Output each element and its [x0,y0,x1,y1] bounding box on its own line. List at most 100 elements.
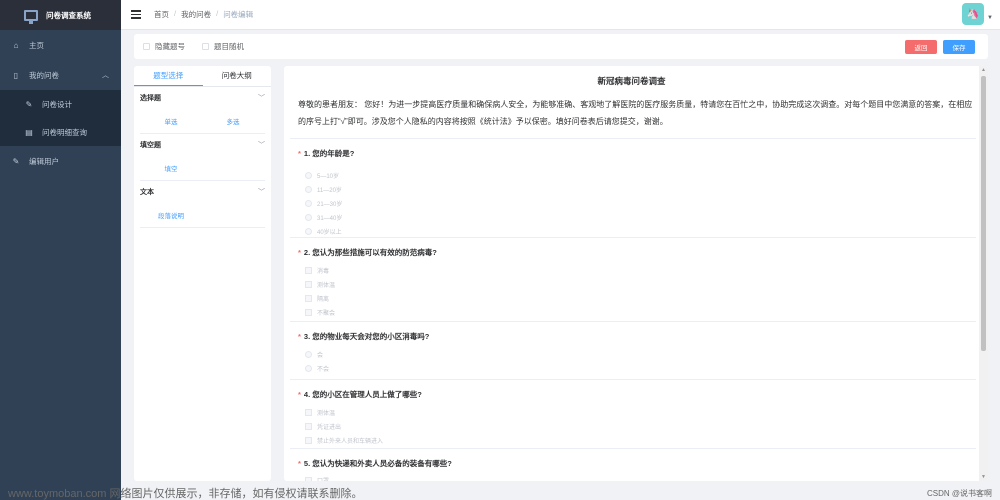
type-multiple-choice[interactable]: 多选 [202,116,264,126]
home-icon: ⌂ [13,40,19,50]
radio-button[interactable] [305,214,312,221]
checkbox[interactable] [305,309,312,316]
option[interactable]: 口罩 [305,476,329,481]
vertical-scrollbar[interactable]: ▲ ▼ [979,66,988,481]
chevron-down-icon: ﹀ [258,95,265,102]
tab-survey-outline[interactable]: 问卷大纲 [203,66,272,86]
radio-button[interactable] [305,186,312,193]
option[interactable]: 21—30岁 [305,199,342,208]
sidebar-item-label: 主页 [29,40,44,50]
checkbox-label: 题目随机 [214,42,244,51]
scroll-down-icon[interactable]: ▼ [981,474,986,480]
option[interactable]: 5—10岁 [305,171,339,180]
checkbox[interactable] [305,423,312,430]
top-navbar: 首页 / 我的问卷 / 问卷编辑 🦄 ▼ [121,0,1000,30]
panel-tabs: 题型选择 问卷大纲 [134,66,271,87]
breadcrumb-current: 问卷编辑 [223,10,254,19]
edit-icon: ✎ [25,99,33,109]
question-title: * 2. 您认为那些措施可以有效的防范病毒? [298,248,437,257]
random-order-checkbox[interactable]: 题目随机 [202,41,244,52]
checkbox[interactable] [305,437,312,444]
group-title: 选择题 [140,95,161,102]
option[interactable]: 凭证进出 [305,422,341,431]
hide-number-checkbox[interactable]: 隐藏题号 [143,41,185,52]
question-block[interactable]: * 4. 您的小区在管理人员上做了哪些? 测体温 凭证进出 禁止外来人员和车辆进入 [290,379,976,446]
sidebar-submenu: ✎ 问卷设计 ▤ 问卷明细查询 [0,90,121,146]
scroll-up-icon[interactable]: ▲ [981,67,986,73]
sidebar-item-edit-user[interactable]: ✎ 编辑用户 [0,146,121,176]
save-button[interactable]: 保存 [943,40,975,54]
required-marker: * [298,149,301,158]
question-title: * 5. 您认为快递和外卖人员必备的装备有哪些? [298,459,452,468]
checkbox-box[interactable] [143,43,150,50]
question-title: * 3. 您的物业每天会对您的小区消毒吗? [298,332,430,341]
back-button[interactable]: 返回 [905,40,937,54]
breadcrumb-home[interactable]: 首页 [154,9,169,20]
type-fill-blank[interactable]: 填空 [140,163,202,173]
option[interactable]: 禁止外来人员和车辆进入 [305,436,383,445]
checkbox[interactable] [305,267,312,274]
required-marker: * [298,459,301,468]
sidebar-item-label: 问卷设计 [42,99,72,109]
question-title: * 1. 您的年龄是? [298,149,355,158]
question-block[interactable]: *5. 您认为快递和外卖人员必备的装备有哪些? 口罩 [290,448,976,481]
caret-down-icon[interactable]: ▼ [987,15,993,21]
survey-title[interactable]: 新冠病毒问卷调查 [284,75,979,87]
option[interactable]: 不聚会 [305,308,335,317]
app-logo: 问卷调查系统 [0,0,121,30]
hamburger-icon[interactable] [131,10,141,19]
chevron-up-icon: ︿ [102,72,109,79]
sidebar-item-my-surveys[interactable]: ▯ 我的问卷 ︿ [0,60,121,90]
question-type-panel: 题型选择 问卷大纲 选择题 ﹀ 单选 多选 填空题 ﹀ 填空 文本 ﹀ 段落说明 [134,66,271,481]
edit-user-icon: ✎ [12,156,20,166]
breadcrumb-my-surveys[interactable]: 我的问卷 [181,9,211,20]
monitor-icon [24,9,38,24]
option[interactable]: 测体温 [305,280,335,289]
sidebar: 问卷调查系统 ⌂ 主页 ▯ 我的问卷 ︿ ✎ 问卷设计 ▤ 问卷明细查询 ✎ 编… [0,0,121,500]
app-title: 问卷调查系统 [46,10,91,20]
option[interactable]: 测体温 [305,408,335,417]
option[interactable]: 消毒 [305,266,329,275]
group-header[interactable]: 文本 ﹀ [140,181,265,203]
survey-intro[interactable]: 尊敬的患者朋友： 您好！为进一步提高医疗质量和确保病人安全，为能够准确、客观地了… [298,96,974,130]
option[interactable]: 不会 [305,364,329,373]
csdn-credit: CSDN @说书客啊 [926,489,992,498]
question-block[interactable]: * 3. 您的物业每天会对您的小区消毒吗? 会 不会 [290,321,976,376]
checkbox-box[interactable] [202,43,209,50]
question-block[interactable]: * 2. 您认为那些措施可以有效的防范病毒? 消毒 测体温 隔离 不聚会 [290,237,976,319]
required-marker: * [298,390,301,399]
radio-button[interactable] [305,351,312,358]
radio-button[interactable] [305,200,312,207]
checkbox[interactable] [305,477,312,481]
document-icon: ▤ [25,127,33,137]
checkbox[interactable] [305,281,312,288]
radio-button[interactable] [305,365,312,372]
option[interactable]: 隔离 [305,294,329,303]
option[interactable]: 40岁以上 [305,227,342,236]
type-single-choice[interactable]: 单选 [140,116,202,126]
checkbox[interactable] [305,295,312,302]
option[interactable]: 会 [305,350,323,359]
sidebar-item-label: 问卷明细查询 [42,127,87,137]
group-title: 文本 [140,189,154,196]
sidebar-item-survey-design[interactable]: ✎ 问卷设计 [0,90,121,118]
breadcrumb: 首页 / 我的问卷 / 问卷编辑 [154,9,253,20]
checkbox[interactable] [305,409,312,416]
radio-button[interactable] [305,228,312,235]
chevron-down-icon: ﹀ [258,189,265,196]
option[interactable]: 11—20岁 [305,185,342,194]
checkbox-label: 隐藏题号 [155,42,185,51]
group-header[interactable]: 选择题 ﹀ [140,87,265,109]
sidebar-item-survey-detail[interactable]: ▤ 问卷明细查询 [0,118,121,146]
type-paragraph[interactable]: 段落说明 [140,210,202,220]
tab-question-types[interactable]: 题型选择 [134,66,203,86]
sidebar-item-home[interactable]: ⌂ 主页 [0,30,121,60]
breadcrumb-separator: / [216,9,219,18]
avatar[interactable]: 🦄 [962,3,984,25]
radio-button[interactable] [305,172,312,179]
option[interactable]: 31—40岁 [305,213,342,222]
editor-toolbar: 隐藏题号 题目随机 返回 保存 [134,34,988,59]
scrollbar-thumb[interactable] [981,76,986,351]
question-block[interactable]: * 1. 您的年龄是? 5—10岁 11—20岁 21—30岁 31—40岁 40… [290,138,976,236]
group-header[interactable]: 填空题 ﹀ [140,134,265,156]
